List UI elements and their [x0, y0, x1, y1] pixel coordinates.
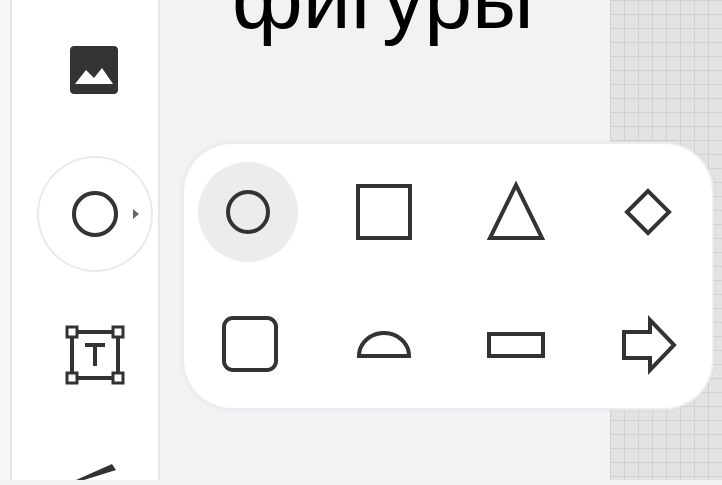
- diamond-icon: [624, 188, 672, 236]
- pen-tool-button[interactable]: [62, 440, 128, 480]
- text-tool-button[interactable]: [62, 322, 128, 388]
- shape-circle-button[interactable]: [198, 162, 298, 262]
- shape-rectangle-button[interactable]: [466, 294, 566, 394]
- shapes-tool-button[interactable]: [37, 156, 153, 272]
- shape-arrow-button[interactable]: [598, 294, 698, 394]
- text-box-icon: [65, 325, 125, 385]
- circle-icon: [72, 191, 139, 237]
- square-icon: [356, 184, 412, 240]
- circle-icon: [226, 190, 270, 234]
- shape-square-button[interactable]: [334, 162, 434, 262]
- image-tool-button[interactable]: [64, 40, 124, 100]
- shape-picker-popup: [182, 142, 714, 410]
- triangle-icon: [486, 180, 546, 240]
- image-icon: [70, 46, 118, 94]
- left-toolbar: [10, 0, 160, 480]
- rounded-square-icon: [222, 316, 278, 372]
- arrow-right-icon: [622, 315, 677, 375]
- pen-icon: [76, 464, 116, 480]
- window-left-edge: [0, 0, 10, 480]
- shape-diamond-button[interactable]: [598, 162, 698, 262]
- rectangle-icon: [487, 332, 545, 358]
- semicircle-icon: [356, 331, 412, 358]
- shape-rounded-square-button[interactable]: [200, 294, 300, 394]
- page-title: фигуры: [232, 0, 534, 42]
- shape-triangle-button[interactable]: [466, 162, 566, 262]
- shape-semicircle-button[interactable]: [334, 294, 434, 394]
- chevron-right-icon: [133, 209, 139, 219]
